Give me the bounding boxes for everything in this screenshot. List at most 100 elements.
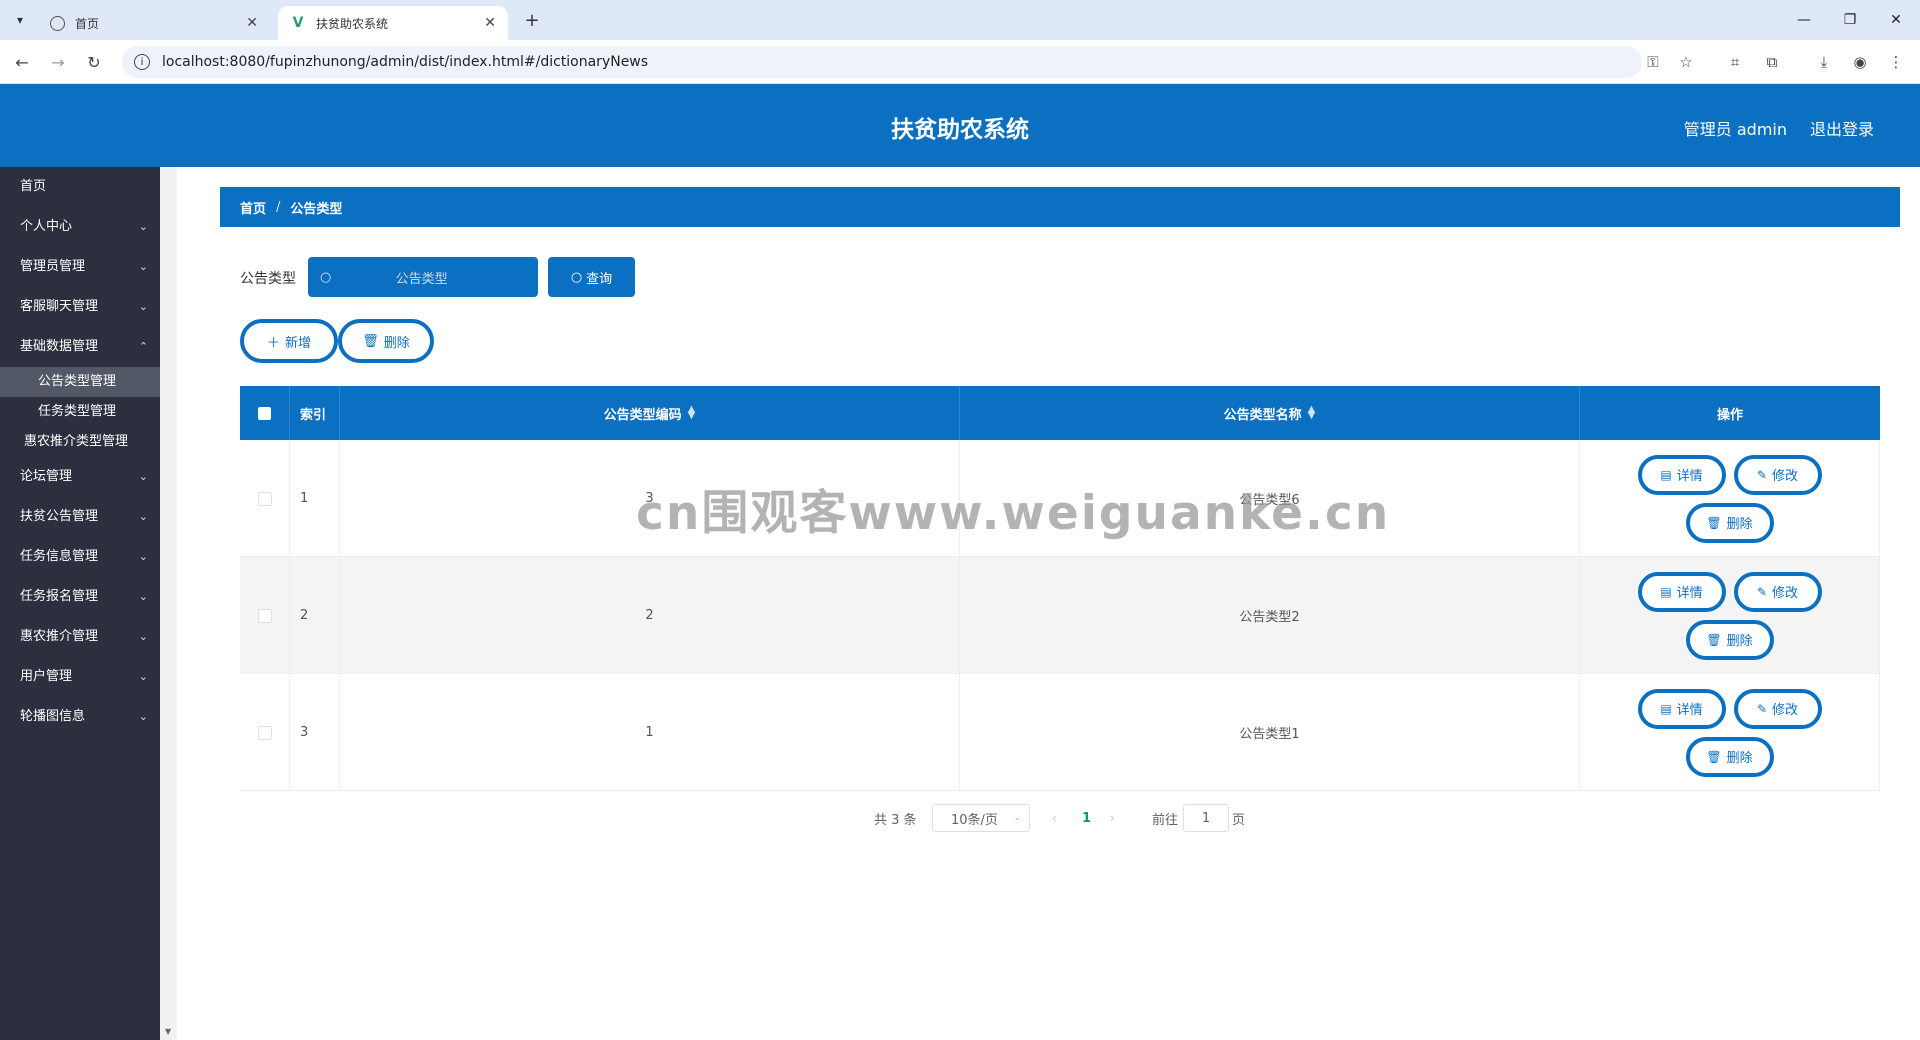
- sidebar-item-admins[interactable]: 管理员管理 ⌄: [0, 247, 160, 287]
- sidebar-item-carousel[interactable]: 轮播图信息 ⌄: [0, 697, 160, 737]
- query-button-label: 查询: [586, 271, 613, 287]
- forward-arrow-icon[interactable]: →: [46, 50, 70, 74]
- row-delete-button[interactable]: 🗑 删除: [1685, 619, 1774, 660]
- sidebar-item-promotions[interactable]: 惠农推介管理 ⌄: [0, 617, 160, 657]
- url-text: localhost:8080/fupinzhunong/admin/dist/i…: [162, 54, 649, 70]
- edit-pencil-icon: ✎: [1756, 584, 1768, 599]
- batch-delete-button[interactable]: 🗑 删除: [338, 319, 434, 363]
- site-info-icon[interactable]: i: [134, 54, 150, 70]
- url-field[interactable]: i localhost:8080/fupinzhunong/admin/dist…: [122, 46, 1642, 78]
- sidebar-item-task-signups[interactable]: 任务报名管理 ⌄: [0, 577, 160, 617]
- close-icon[interactable]: ✕: [484, 15, 496, 31]
- row-delete-button[interactable]: 🗑 删除: [1685, 502, 1774, 543]
- menu-dots-icon[interactable]: ⋮: [1884, 50, 1908, 74]
- tab-search-chevron-icon[interactable]: ▾: [8, 8, 32, 32]
- crop-icon[interactable]: ⌗: [1723, 50, 1747, 74]
- star-icon[interactable]: ☆: [1674, 50, 1698, 74]
- row-name: 公告类型6: [960, 440, 1580, 557]
- header-name[interactable]: 公告类型名称 ▲ ▼: [960, 386, 1580, 440]
- next-page-chevron-icon[interactable]: ›: [1110, 804, 1115, 832]
- edit-button[interactable]: ✎ 修改: [1733, 688, 1822, 729]
- search-placeholder: 公告类型: [395, 271, 448, 287]
- sidebar-subitem-task-types[interactable]: 任务类型管理: [0, 397, 160, 427]
- row-checkbox[interactable]: [257, 608, 272, 623]
- sidebar-item-label: 管理员管理: [20, 259, 86, 274]
- detail-button[interactable]: ▤ 详情: [1637, 454, 1726, 495]
- window-close-icon[interactable]: ✕: [1876, 0, 1916, 40]
- chevron-down-icon: ⌄: [138, 220, 148, 233]
- sidebar-subitem-promo-types[interactable]: 惠农推介类型管理: [0, 427, 160, 457]
- sidebar-item-users[interactable]: 用户管理 ⌄: [0, 657, 160, 697]
- sidebar-item-tasks[interactable]: 任务信息管理 ⌄: [0, 537, 160, 577]
- add-button-label: 新增: [285, 335, 312, 351]
- sort-caret-icon[interactable]: ▲ ▼: [688, 405, 696, 421]
- detail-label: 详情: [1676, 703, 1703, 718]
- trash-icon: 🗑: [1706, 749, 1722, 764]
- edit-pencil-icon: ✎: [1756, 701, 1768, 716]
- edit-button[interactable]: ✎ 修改: [1733, 571, 1822, 612]
- row-delete-button[interactable]: 🗑 删除: [1685, 736, 1774, 777]
- back-arrow-icon[interactable]: ←: [10, 50, 34, 74]
- sidebar-item-label: 扶贫公告管理: [20, 509, 99, 524]
- add-button[interactable]: ＋ 新增: [240, 319, 338, 363]
- sidebar-item-label: 轮播图信息: [20, 709, 86, 724]
- delete-label: 删除: [1726, 517, 1753, 532]
- query-button[interactable]: ○ 查询: [548, 257, 635, 297]
- page-number-current[interactable]: 1: [1082, 804, 1091, 832]
- sidebar-item-basic-data[interactable]: 基础数据管理 ⌃: [0, 327, 160, 367]
- browser-tab-home[interactable]: 首页 ✕: [38, 6, 270, 40]
- scroll-down-arrow-icon[interactable]: ▼: [165, 1027, 171, 1036]
- sidebar-item-label: 用户管理: [20, 669, 73, 684]
- row-ops: ▤ 详情 ✎ 修改 🗑 删除: [1580, 557, 1880, 674]
- detail-button[interactable]: ▤ 详情: [1637, 688, 1726, 729]
- chevron-down-icon: ⌄: [138, 590, 148, 603]
- sort-caret-icon[interactable]: ▲ ▼: [1308, 405, 1316, 421]
- profile-icon[interactable]: ◉: [1848, 50, 1872, 74]
- select-all-checkbox[interactable]: [258, 406, 271, 420]
- download-icon[interactable]: ⤓: [1812, 50, 1836, 74]
- sidebar-subitem-label: 公告类型管理: [38, 374, 117, 389]
- plus-icon: ＋: [266, 335, 280, 351]
- sidebar-item-forum[interactable]: 论坛管理 ⌄: [0, 457, 160, 497]
- sidebar-subitem-label: 惠农推介类型管理: [24, 434, 129, 449]
- row-code: 2: [340, 557, 960, 674]
- browser-tab-app[interactable]: V 扶贫助农系统 ✕: [278, 6, 508, 40]
- minimize-icon[interactable]: —: [1784, 0, 1824, 40]
- edit-label: 修改: [1772, 586, 1799, 601]
- sidebar-item-home[interactable]: 首页: [0, 167, 160, 207]
- sidebar-item-label: 首页: [20, 179, 47, 194]
- page-jump-input[interactable]: 1: [1183, 804, 1229, 832]
- edit-button[interactable]: ✎ 修改: [1733, 454, 1822, 495]
- detail-button[interactable]: ▤ 详情: [1637, 571, 1726, 612]
- page-size-select[interactable]: 10条/页 ⌄: [932, 804, 1030, 832]
- row-ops: ▤ 详情 ✎ 修改 🗑 删除: [1580, 440, 1880, 557]
- table-row: 3 1 公告类型1 ▤ 详情 ✎ 修改 🗑 删除: [240, 674, 1880, 791]
- row-checkbox[interactable]: [257, 491, 272, 506]
- sidebar-item-notices[interactable]: 扶贫公告管理 ⌄: [0, 497, 160, 537]
- row-code: 1: [340, 674, 960, 791]
- key-icon[interactable]: ⚿: [1641, 50, 1665, 74]
- sidebar-item-label: 任务报名管理: [20, 589, 99, 604]
- reload-icon[interactable]: ↻: [82, 50, 106, 74]
- delete-label: 删除: [1726, 751, 1753, 766]
- header-code[interactable]: 公告类型编码 ▲ ▼: [340, 386, 960, 440]
- new-tab-plus-icon[interactable]: +: [520, 8, 544, 32]
- prev-page-chevron-icon[interactable]: ‹: [1052, 804, 1057, 832]
- search-input[interactable]: ○ 公告类型: [308, 257, 538, 297]
- extensions-icon[interactable]: ⧉: [1760, 50, 1784, 74]
- tab-label: 首页: [75, 16, 100, 31]
- sidebar-item-profile[interactable]: 个人中心 ⌄: [0, 207, 160, 247]
- chevron-down-icon: ⌄: [1013, 813, 1021, 823]
- close-icon[interactable]: ✕: [246, 15, 258, 31]
- row-checkbox[interactable]: [257, 725, 272, 740]
- notice-type-table: 索引 公告类型编码 ▲ ▼ 公告类型名称 ▲ ▼ 操作 1 3 公告类型6 ▤ 详情 ✎ 修…: [240, 386, 1880, 791]
- logout-link[interactable]: 退出登录: [1810, 116, 1874, 140]
- sidebar-scrollbar[interactable]: ▼: [160, 167, 177, 1040]
- header-label: 操作: [1716, 407, 1743, 423]
- header-ops: 操作: [1580, 386, 1880, 440]
- breadcrumb-home[interactable]: 首页: [240, 198, 266, 217]
- sidebar-item-chat[interactable]: 客服聊天管理 ⌄: [0, 287, 160, 327]
- sidebar-subitem-notice-types[interactable]: 公告类型管理: [0, 367, 160, 397]
- restore-icon[interactable]: ❐: [1830, 0, 1870, 40]
- delete-button-label: 删除: [383, 335, 410, 351]
